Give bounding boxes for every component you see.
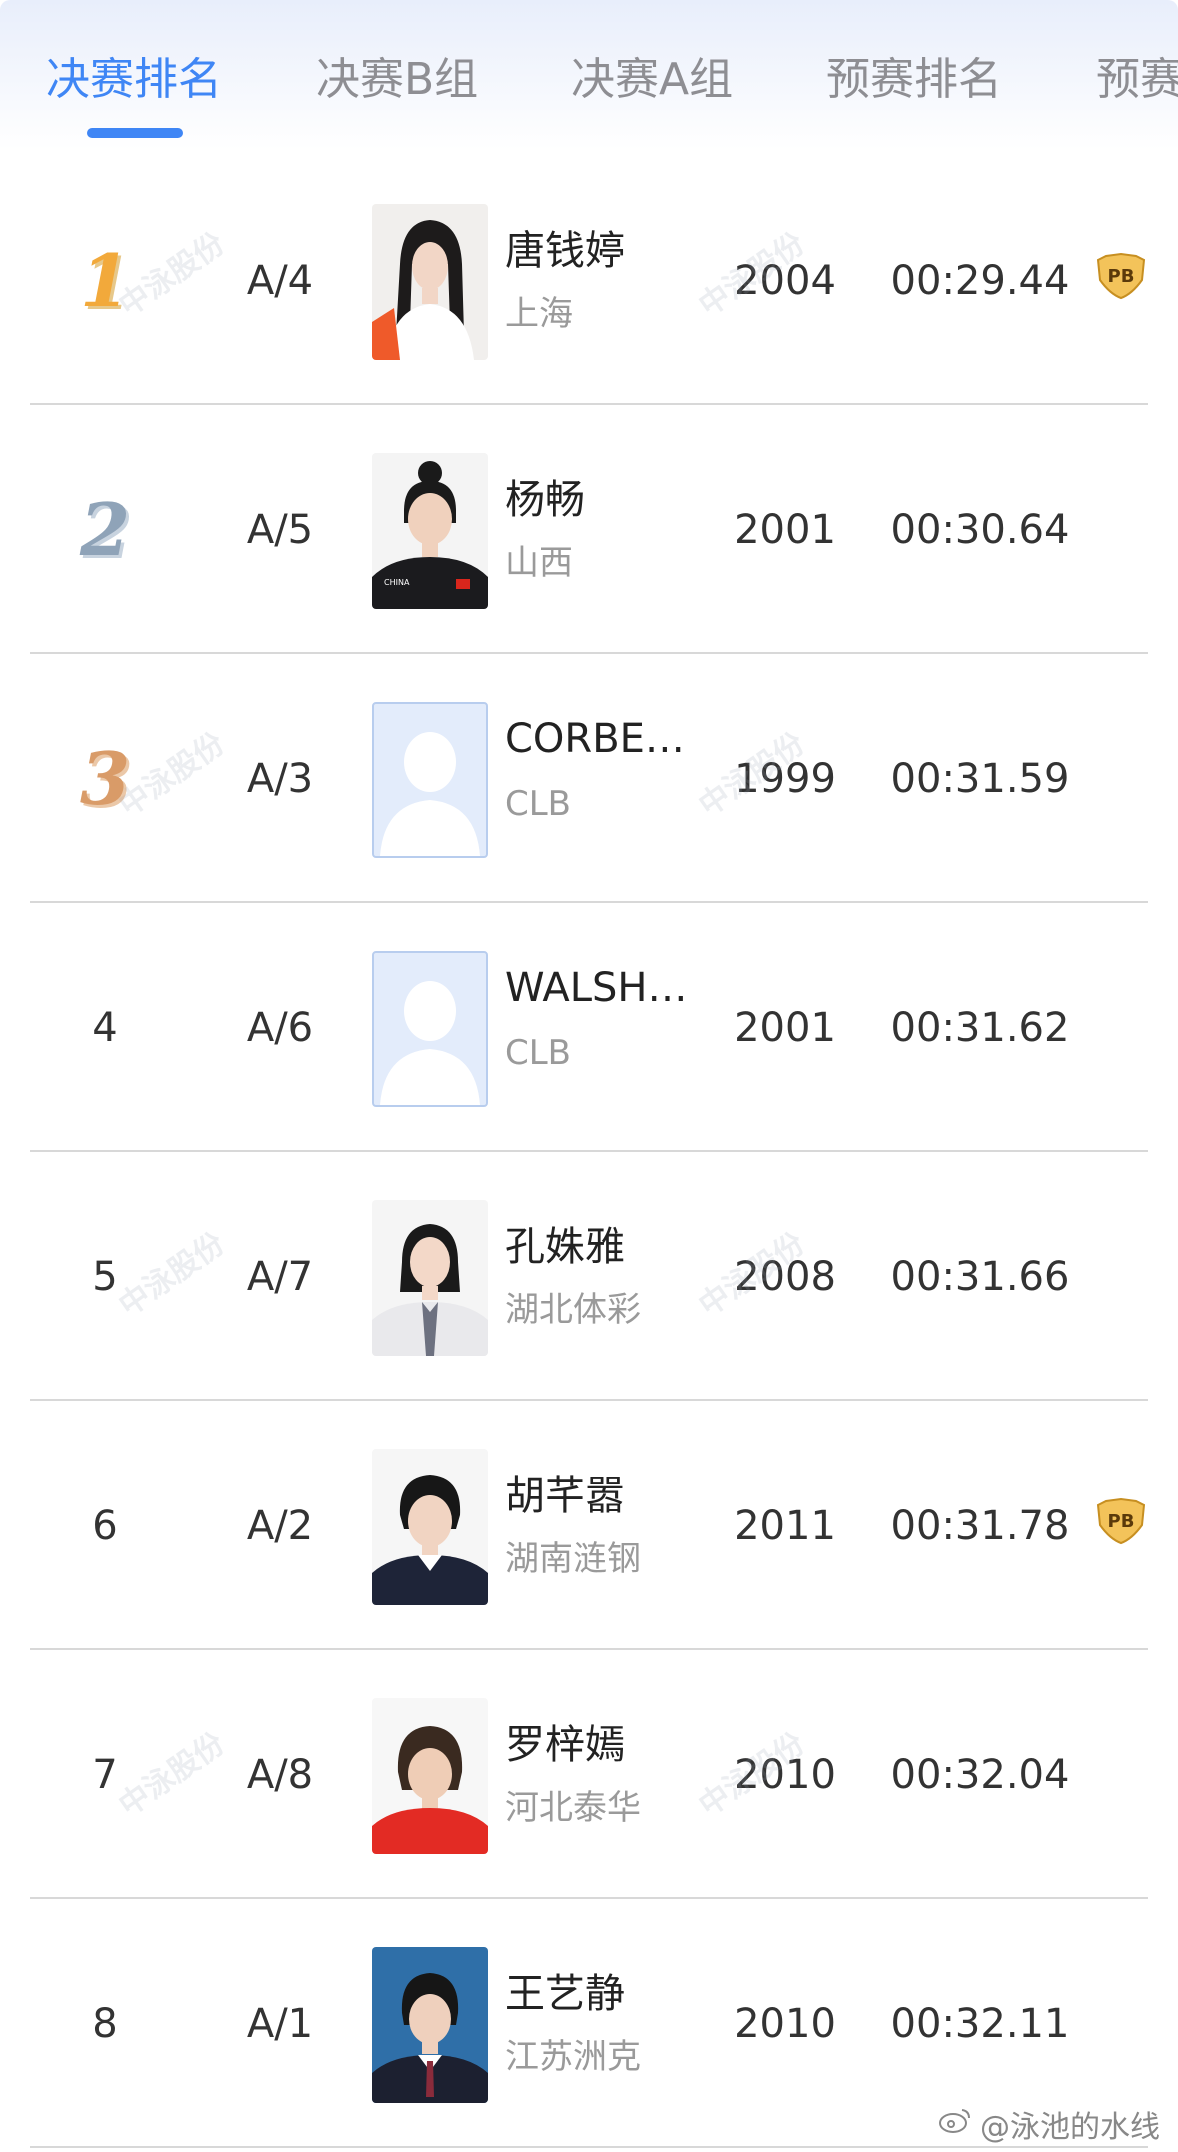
athlete-team: 湖南涟钢 [505, 1539, 641, 1579]
birth-year: 1999 [734, 755, 836, 802]
rank-number: 5 [92, 1253, 118, 1300]
rank-cell: 6 [60, 1401, 150, 1650]
rank-number: 7 [92, 1751, 118, 1798]
rank-number: 6 [92, 1502, 118, 1549]
lane-cell: A/4 [246, 257, 314, 304]
result-time: 00:29.44 [890, 257, 1070, 304]
athlete-photo [372, 1947, 488, 2103]
athlete-name: 唐钱婷 [505, 228, 625, 274]
pb-badge-label: PB [1108, 1511, 1135, 1532]
tab-heat-partial[interactable]: 预赛 [1096, 52, 1178, 108]
result-time: 00:31.62 [890, 1004, 1070, 1051]
rank-cell: 4 [60, 903, 150, 1152]
pb-badge-icon: PB [1092, 252, 1150, 300]
result-time: 00:30.64 [890, 506, 1070, 553]
athlete-photo [372, 1200, 488, 1356]
table-row[interactable]: 4 A/6 WALSH… CLB 2001 00:31.62 [0, 903, 1178, 1152]
table-row[interactable]: 3 A/3 CORBE… CLB 1999 00:31.59 [0, 654, 1178, 903]
birth-year: 2011 [734, 1502, 836, 1549]
rank-cell: 2 [60, 405, 150, 654]
lane-cell: A/7 [246, 1253, 314, 1300]
birth-year: 2010 [734, 2000, 836, 2047]
athlete-team: CLB [505, 784, 572, 824]
athlete-photo [372, 1698, 488, 1854]
placeholder-avatar [372, 702, 488, 858]
rank-cell: 7 [60, 1650, 150, 1899]
table-row[interactable]: 7 A/8 罗梓嫣 河北泰华 2010 00:32.04 [0, 1650, 1178, 1899]
placeholder-avatar [372, 951, 488, 1107]
pb-badge-label: PB [1108, 266, 1135, 287]
svg-text:CHINA: CHINA [384, 578, 410, 587]
lane-cell: A/2 [246, 1502, 314, 1549]
result-time: 00:31.59 [890, 755, 1070, 802]
birth-year: 2001 [734, 506, 836, 553]
athlete-name: WALSH… [505, 965, 688, 1011]
birth-year: 2004 [734, 257, 836, 304]
athlete-team: 上海 [505, 294, 573, 334]
bronze-medal-rank: 3 [79, 736, 131, 821]
athlete-team: 江苏洲克 [505, 2037, 641, 2077]
athlete-name: 王艺静 [505, 1971, 625, 2017]
lane-cell: A/8 [246, 1751, 314, 1798]
athlete-team: CLB [505, 1033, 572, 1073]
athlete-photo [372, 1449, 488, 1605]
tab-final-b[interactable]: 决赛B组 [316, 52, 478, 108]
tab-bar: 决赛排名 决赛B组 决赛A组 预赛排名 预赛 [0, 0, 1178, 150]
athlete-team: 河北泰华 [505, 1788, 641, 1828]
footer-handle: @泳池的水线 [980, 2110, 1160, 2145]
footer-watermark: @泳池的水线 [938, 2102, 1160, 2146]
rank-cell: 5 [60, 1152, 150, 1401]
athlete-team: 湖北体彩 [505, 1290, 641, 1330]
tab-final-a[interactable]: 决赛A组 [571, 52, 733, 108]
lane-cell: A/5 [246, 506, 314, 553]
athlete-photo [372, 204, 488, 360]
athlete-name: 杨畅 [505, 477, 585, 523]
result-time: 00:31.66 [890, 1253, 1070, 1300]
result-time: 00:31.78 [890, 1502, 1070, 1549]
table-row[interactable]: 6 A/2 胡芊嚣 湖南涟钢 2011 00:31.78 PB [0, 1401, 1178, 1650]
birth-year: 2010 [734, 1751, 836, 1798]
results-list: 1 A/4 唐钱婷 上海 2004 00:29.44 PB 2 A/5 CHIN… [0, 156, 1178, 2148]
athlete-name: 罗梓嫣 [505, 1722, 625, 1768]
rank-number: 8 [92, 2000, 118, 2047]
tab-final-ranking[interactable]: 决赛排名 [46, 52, 222, 108]
athlete-team: 山西 [505, 543, 573, 583]
rank-cell: 3 [60, 654, 150, 903]
row-divider [30, 2146, 1148, 2148]
athlete-name: CORBE… [505, 716, 685, 762]
silver-medal-rank: 2 [79, 487, 131, 572]
weibo-icon [938, 2106, 972, 2142]
active-tab-indicator [87, 128, 183, 138]
birth-year: 2001 [734, 1004, 836, 1051]
birth-year: 2008 [734, 1253, 836, 1300]
table-row[interactable]: 2 A/5 CHINA 杨畅 山西 2001 00:30.64 [0, 405, 1178, 654]
rank-cell: 1 [60, 156, 150, 405]
lane-cell: A/6 [246, 1004, 314, 1051]
athlete-photo: CHINA [372, 453, 488, 609]
athlete-name: 胡芊嚣 [505, 1473, 625, 1519]
rank-cell: 8 [60, 1899, 150, 2148]
athlete-name: 孔姝雅 [505, 1224, 625, 1270]
tab-heat-ranking[interactable]: 预赛排名 [826, 52, 1002, 108]
result-time: 00:32.04 [890, 1751, 1070, 1798]
table-row[interactable]: 1 A/4 唐钱婷 上海 2004 00:29.44 PB [0, 156, 1178, 405]
pb-badge-icon: PB [1092, 1497, 1150, 1545]
lane-cell: A/1 [246, 2000, 314, 2047]
table-row[interactable]: 5 A/7 孔姝雅 湖北体彩 2008 00:31.66 [0, 1152, 1178, 1401]
rank-number: 4 [92, 1004, 118, 1051]
lane-cell: A/3 [246, 755, 314, 802]
gold-medal-rank: 1 [79, 238, 131, 323]
